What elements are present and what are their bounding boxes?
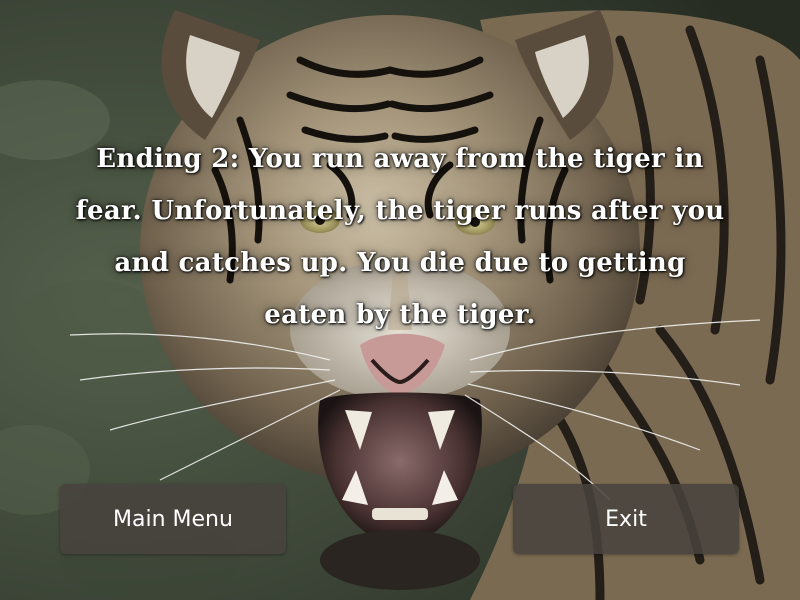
ending-text: Ending 2: You run away from the tiger in… bbox=[75, 144, 725, 330]
exit-button-label: Exit bbox=[605, 506, 647, 532]
exit-button[interactable]: Exit bbox=[513, 484, 739, 554]
main-menu-button[interactable]: Main Menu bbox=[60, 484, 286, 554]
main-menu-button-label: Main Menu bbox=[113, 506, 233, 532]
game-screen: Ending 2: You run away from the tiger in… bbox=[0, 0, 800, 600]
